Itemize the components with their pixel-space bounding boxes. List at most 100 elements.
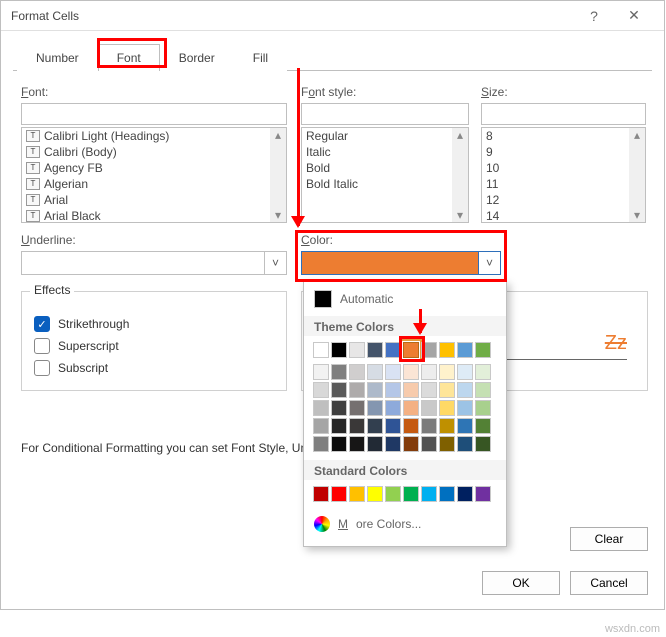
color-swatch[interactable] — [385, 418, 401, 434]
list-item[interactable]: Regular — [302, 128, 468, 144]
color-swatch[interactable] — [385, 342, 401, 358]
cancel-button[interactable]: Cancel — [570, 571, 648, 595]
size-list[interactable]: 8 9 10 11 12 14 ▴▾ — [481, 127, 646, 223]
color-swatch[interactable] — [313, 382, 329, 398]
color-swatch[interactable] — [385, 364, 401, 380]
color-swatch[interactable] — [403, 342, 419, 358]
tab-font[interactable]: Font — [98, 44, 160, 71]
font-list[interactable]: TCalibri Light (Headings) TCalibri (Body… — [21, 127, 287, 223]
font-style-input[interactable] — [301, 103, 469, 125]
color-swatch[interactable] — [403, 382, 419, 398]
color-swatch[interactable] — [403, 400, 419, 416]
list-item[interactable]: 12 — [482, 192, 645, 208]
color-swatch[interactable] — [367, 418, 383, 434]
color-swatch[interactable] — [385, 400, 401, 416]
clear-button[interactable]: Clear — [570, 527, 648, 551]
color-swatch[interactable] — [367, 364, 383, 380]
scroll-down-icon[interactable]: ▾ — [634, 208, 640, 222]
subscript-check[interactable]: Subscript — [34, 360, 274, 376]
color-swatch[interactable] — [457, 364, 473, 380]
color-swatch[interactable] — [475, 486, 491, 502]
color-swatch[interactable] — [421, 418, 437, 434]
scroll-up-icon[interactable]: ▴ — [457, 128, 463, 142]
chevron-down-icon[interactable]: ˅ — [265, 251, 287, 275]
list-item[interactable]: 9 — [482, 144, 645, 160]
tab-fill[interactable]: Fill — [234, 44, 287, 71]
list-item[interactable]: Bold Italic — [302, 176, 468, 192]
list-item[interactable]: TCalibri Light (Headings) — [22, 128, 286, 144]
color-swatch[interactable] — [457, 342, 473, 358]
color-swatch[interactable] — [475, 400, 491, 416]
color-swatch[interactable] — [403, 364, 419, 380]
list-item[interactable]: 10 — [482, 160, 645, 176]
color-swatch[interactable] — [331, 364, 347, 380]
scroll-up-icon[interactable]: ▴ — [275, 128, 281, 142]
color-swatch[interactable] — [457, 486, 473, 502]
color-swatch[interactable] — [439, 400, 455, 416]
color-swatch[interactable] — [439, 486, 455, 502]
color-swatch[interactable] — [421, 436, 437, 452]
color-swatch[interactable] — [439, 418, 455, 434]
underline-combo[interactable]: ˅ — [21, 251, 287, 275]
color-swatch[interactable] — [313, 400, 329, 416]
color-swatch[interactable] — [349, 342, 365, 358]
color-swatch[interactable] — [421, 364, 437, 380]
color-swatch[interactable] — [385, 436, 401, 452]
color-swatch[interactable] — [421, 486, 437, 502]
color-swatch[interactable] — [403, 436, 419, 452]
color-swatch[interactable] — [475, 436, 491, 452]
chevron-down-icon[interactable]: ˅ — [479, 251, 501, 275]
scrollbar[interactable]: ▴▾ — [629, 128, 645, 222]
tab-border[interactable]: Border — [160, 44, 234, 71]
color-swatch[interactable] — [367, 342, 383, 358]
color-swatch[interactable] — [331, 342, 347, 358]
font-input[interactable] — [21, 103, 287, 125]
color-swatch[interactable] — [367, 400, 383, 416]
scroll-down-icon[interactable]: ▾ — [457, 208, 463, 222]
help-button[interactable]: ? — [574, 8, 614, 24]
color-swatch[interactable] — [475, 418, 491, 434]
color-swatch[interactable] — [331, 418, 347, 434]
color-swatch[interactable] — [457, 436, 473, 452]
color-swatch[interactable] — [421, 342, 437, 358]
color-swatch[interactable] — [367, 436, 383, 452]
color-swatch[interactable] — [439, 436, 455, 452]
ok-button[interactable]: OK — [482, 571, 560, 595]
color-swatch[interactable] — [331, 400, 347, 416]
list-item[interactable]: 11 — [482, 176, 645, 192]
color-swatch[interactable] — [385, 486, 401, 502]
color-swatch[interactable] — [475, 364, 491, 380]
color-swatch[interactable] — [475, 342, 491, 358]
color-swatch[interactable] — [331, 486, 347, 502]
automatic-color[interactable]: Automatic — [304, 282, 506, 316]
font-style-list[interactable]: Regular Italic Bold Bold Italic ▴▾ — [301, 127, 469, 223]
color-swatch[interactable] — [439, 342, 455, 358]
color-swatch[interactable] — [313, 364, 329, 380]
tab-number[interactable]: Number — [17, 44, 98, 71]
close-button[interactable]: ✕ — [614, 7, 654, 24]
color-swatch[interactable] — [403, 486, 419, 502]
color-swatch[interactable] — [475, 382, 491, 398]
more-colors[interactable]: More Colors... — [304, 510, 506, 538]
scroll-down-icon[interactable]: ▾ — [275, 208, 281, 222]
color-swatch[interactable] — [349, 364, 365, 380]
color-swatch[interactable] — [421, 382, 437, 398]
color-swatch[interactable] — [349, 436, 365, 452]
color-swatch[interactable] — [313, 436, 329, 452]
color-swatch[interactable] — [421, 400, 437, 416]
color-swatch[interactable] — [457, 382, 473, 398]
color-swatch[interactable] — [349, 486, 365, 502]
list-item[interactable]: TAlgerian — [22, 176, 286, 192]
superscript-check[interactable]: Superscript — [34, 338, 274, 354]
scrollbar[interactable]: ▴▾ — [452, 128, 468, 222]
color-swatch[interactable] — [457, 400, 473, 416]
scrollbar[interactable]: ▴▾ — [270, 128, 286, 222]
list-item[interactable]: 8 — [482, 128, 645, 144]
color-swatch[interactable] — [331, 436, 347, 452]
color-swatch[interactable] — [385, 382, 401, 398]
color-swatch[interactable] — [403, 418, 419, 434]
list-item[interactable]: TCalibri (Body) — [22, 144, 286, 160]
size-input[interactable] — [481, 103, 646, 125]
color-swatch[interactable] — [313, 342, 329, 358]
color-swatch[interactable] — [349, 418, 365, 434]
